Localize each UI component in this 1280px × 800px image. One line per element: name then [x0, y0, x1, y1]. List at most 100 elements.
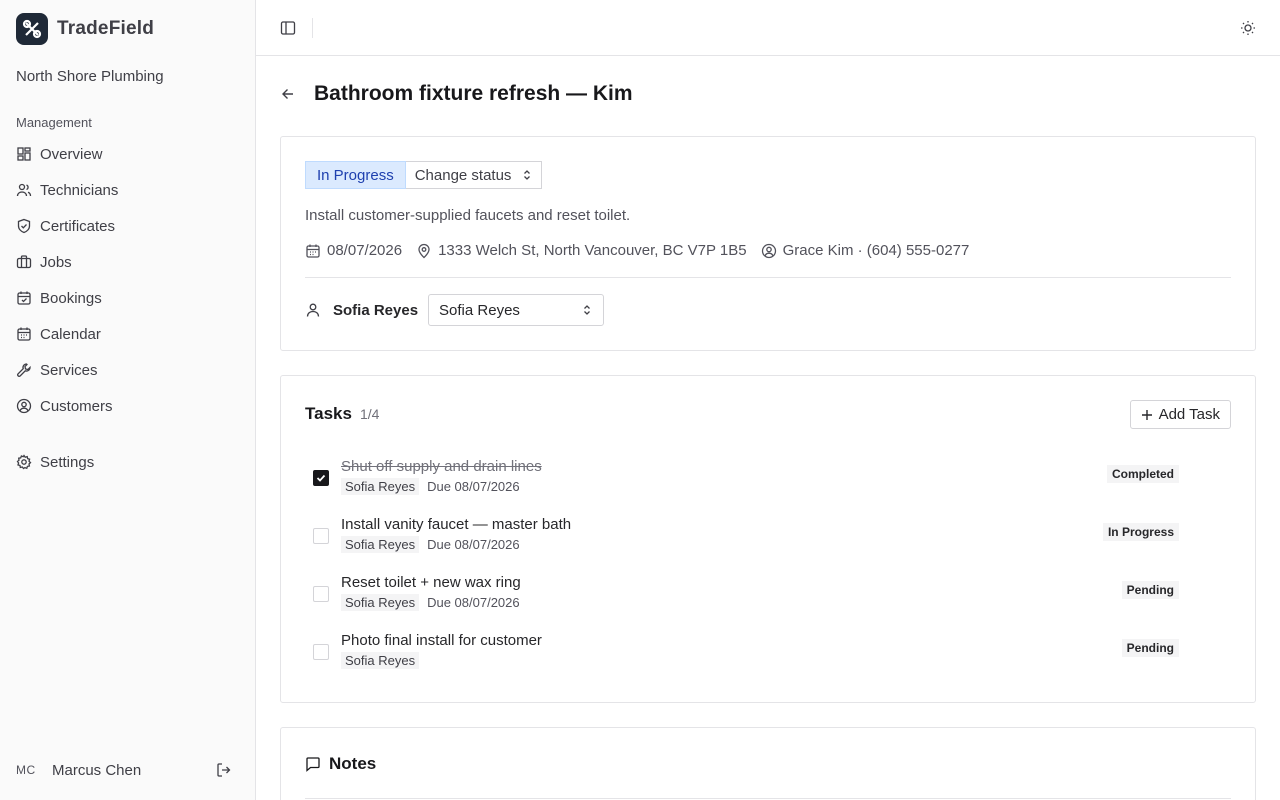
sidebar-item-overview[interactable]: Overview	[16, 136, 240, 172]
chevron-up-down-icon	[524, 170, 531, 180]
sidebar-item-label: Customers	[40, 397, 113, 415]
change-status-select[interactable]: Change status	[405, 161, 543, 189]
task-row: Install vanity faucet — master bath Sofi…	[305, 512, 1231, 570]
topbar	[256, 0, 1280, 56]
assigned-technician-name: Sofia Reyes	[333, 301, 419, 319]
technician-select[interactable]: Sofia Reyes	[428, 294, 605, 326]
task-status-badge: Completed	[1106, 465, 1179, 483]
job-meta: 08/07/2026 1333 Welch St, North Vancouve…	[305, 242, 969, 259]
job-address: 1333 Welch St, North Vancouver, BC V7P 1…	[416, 242, 747, 259]
task-title[interactable]: Reset toilet + new wax ring	[341, 574, 521, 591]
sun-icon[interactable]	[1240, 20, 1256, 36]
notes-header: Notes	[305, 754, 376, 774]
task-title[interactable]: Install vanity faucet — master bath	[341, 516, 571, 533]
sidebar-item-label: Services	[40, 361, 98, 379]
calendar-icon	[17, 327, 31, 341]
task-assignee: Sofia Reyes	[341, 536, 420, 553]
task-meta: Sofia Reyes Due 08/07/2026	[341, 536, 520, 553]
task-row: Photo final install for customer Sofia R…	[305, 628, 1231, 686]
user-circle-icon	[16, 398, 32, 414]
page-title: Bathroom fixture refresh — Kim	[314, 82, 633, 105]
task-meta: Sofia Reyes Due 08/07/2026	[341, 478, 520, 495]
user-icon	[306, 303, 320, 317]
map-pin-icon	[418, 243, 430, 258]
task-checkbox[interactable]	[313, 586, 329, 602]
task-row: Reset toilet + new wax ring Sofia Reyes …	[305, 570, 1231, 628]
page-header: Bathroom fixture refresh — Kim	[280, 82, 633, 106]
sidebar-item-customers[interactable]: Customers	[16, 388, 240, 424]
sidebar-item-jobs[interactable]: Jobs	[16, 244, 240, 280]
sidebar-item-label: Calendar	[40, 325, 101, 343]
sidebar-item-calendar[interactable]: Calendar	[16, 316, 240, 352]
technician-assignment: Sofia Reyes Sofia Reyes	[305, 294, 605, 326]
briefcase-icon	[16, 255, 32, 269]
job-details-card: In Progress Change status Install custom…	[280, 136, 1256, 351]
task-checkbox[interactable]	[313, 528, 329, 544]
brand[interactable]: TradeField	[16, 13, 154, 45]
task-assignee: Sofia Reyes	[341, 594, 420, 611]
job-date-value: 08/07/2026	[327, 242, 403, 259]
calendar-check-icon	[17, 291, 31, 305]
plus-icon	[1141, 409, 1152, 420]
main-content: Bathroom fixture refresh — Kim In Progre…	[256, 56, 1280, 800]
technician-select-value: Sofia Reyes	[439, 301, 520, 319]
task-meta: Sofia Reyes	[341, 652, 420, 669]
task-due-date: Due 08/07/2026	[427, 479, 520, 494]
status-badge: In Progress	[305, 161, 406, 189]
sidebar-item-settings[interactable]: Settings	[16, 444, 240, 480]
task-title[interactable]: Shut off supply and drain lines	[341, 458, 542, 475]
arrow-left-icon[interactable]	[280, 86, 296, 102]
chevron-up-down-icon	[584, 305, 591, 315]
organization-name[interactable]: North Shore Plumbing	[16, 68, 164, 85]
wrench-icon	[17, 363, 31, 377]
job-address-value: 1333 Welch St, North Vancouver, BC V7P 1…	[438, 242, 747, 259]
change-status-label: Change status	[414, 166, 512, 184]
sidebar-item-services[interactable]: Services	[16, 352, 240, 388]
task-title[interactable]: Photo final install for customer	[341, 632, 542, 649]
task-assignee: Sofia Reyes	[341, 652, 420, 669]
calendar-icon	[306, 244, 320, 258]
task-due-date: Due 08/07/2026	[427, 537, 520, 552]
task-list: Shut off supply and drain lines Sofia Re…	[305, 454, 1231, 686]
task-checkbox[interactable]	[313, 644, 329, 660]
check-icon	[316, 474, 326, 482]
gear-icon	[16, 454, 32, 470]
topbar-divider	[312, 18, 313, 38]
shield-check-icon	[17, 218, 31, 234]
job-date: 08/07/2026	[305, 242, 402, 259]
message-square-icon	[306, 757, 320, 772]
notes-title: Notes	[329, 754, 377, 773]
task-status-badge: Pending	[1121, 639, 1179, 657]
avatar: MC	[16, 763, 36, 777]
notes-card: Notes	[280, 727, 1256, 800]
user-profile[interactable]: MC Marcus Chen	[16, 752, 240, 788]
sidebar-settings-group: Settings	[16, 444, 240, 480]
divider	[305, 798, 1231, 799]
task-assignee: Sofia Reyes	[341, 478, 420, 495]
sidebar-item-label: Technicians	[40, 181, 119, 199]
brand-name: TradeField	[57, 18, 155, 39]
tasks-card: Tasks 1/4 Add Task Shut off supply and d…	[280, 375, 1256, 703]
task-status-badge: In Progress	[1102, 523, 1179, 541]
add-task-label: Add Task	[1158, 406, 1220, 423]
sidebar-item-technicians[interactable]: Technicians	[16, 172, 240, 208]
sidebar-item-label: Bookings	[40, 289, 102, 307]
task-meta: Sofia Reyes Due 08/07/2026	[341, 594, 520, 611]
task-status-badge: Pending	[1121, 581, 1179, 599]
tasks-header: Tasks 1/4	[305, 404, 379, 424]
sidebar-toggle-icon[interactable]	[280, 20, 296, 36]
sidebar-item-certificates[interactable]: Certificates	[16, 208, 240, 244]
job-customer-value: Grace Kim · (604) 555-0277	[782, 242, 970, 259]
sidebar-item-label: Certificates	[40, 217, 116, 235]
divider	[305, 277, 1231, 278]
task-due-date: Due 08/07/2026	[427, 595, 520, 610]
sidebar-item-label: Settings	[40, 453, 95, 471]
sidebar-item-label: Jobs	[40, 253, 72, 271]
logout-icon[interactable]	[216, 762, 232, 778]
tasks-title: Tasks	[305, 404, 352, 423]
job-customer: Grace Kim · (604) 555-0277	[761, 242, 970, 259]
sidebar-item-bookings[interactable]: Bookings	[16, 280, 240, 316]
task-checkbox[interactable]	[313, 470, 329, 486]
nav-section-label: Management	[16, 115, 92, 130]
add-task-button[interactable]: Add Task	[1129, 400, 1231, 429]
